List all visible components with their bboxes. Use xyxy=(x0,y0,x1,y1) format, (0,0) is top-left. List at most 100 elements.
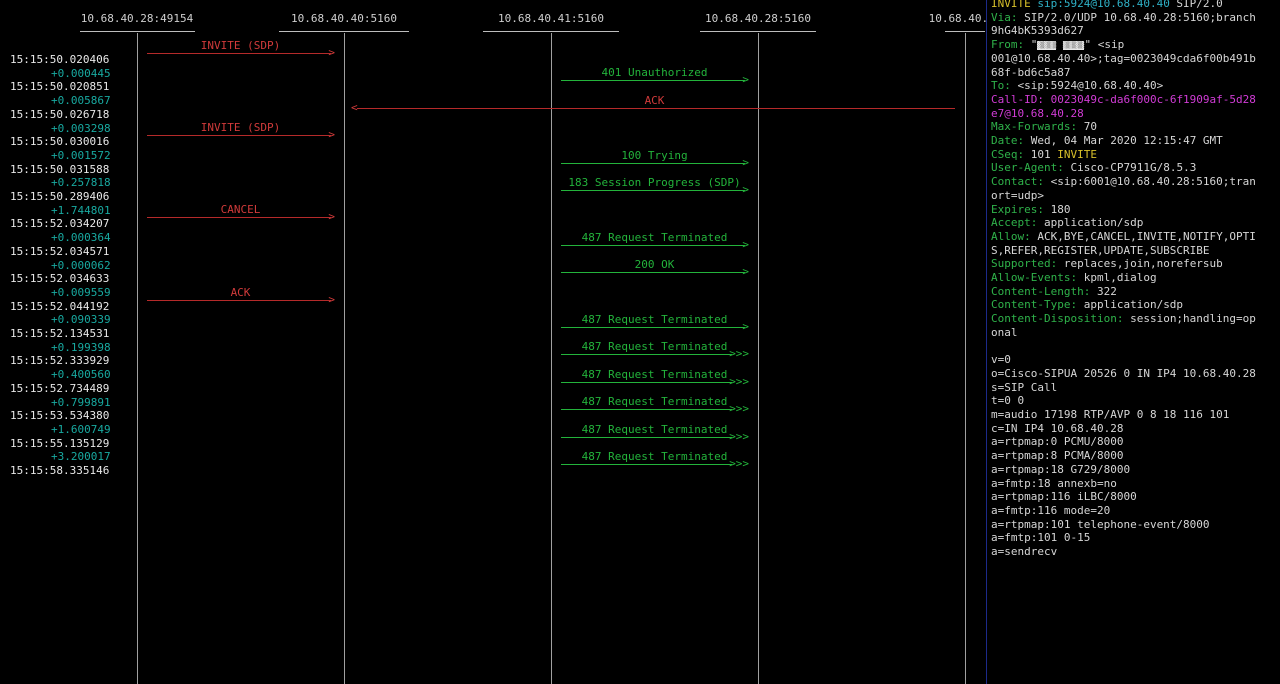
sip-header: CSeq: 101 INVITE xyxy=(991,148,1097,162)
host-label[interactable]: 10.68.40.28:5160 xyxy=(705,12,811,25)
message-label[interactable]: INVITE (SDP) xyxy=(201,121,280,134)
sip-header: Accept: application/sdp xyxy=(991,216,1143,230)
header-name: Via: xyxy=(991,10,1025,24)
host-header-rule xyxy=(483,31,619,32)
message-label[interactable]: 487 Request Terminated xyxy=(582,423,728,436)
sdp-text: t=0 0 xyxy=(991,394,1025,408)
message-label[interactable]: 200 OK xyxy=(635,258,675,271)
timestamp[interactable]: 15:15:55.135129 xyxy=(10,437,109,450)
message-arrow[interactable] xyxy=(147,299,332,301)
message-label[interactable]: INVITE (SDP) xyxy=(201,39,280,52)
timestamp[interactable]: 15:15:52.734489 xyxy=(10,382,109,395)
sdp-line: a=rtpmap:18 G729/8000 xyxy=(991,463,1130,477)
sdp-text: a=sendrecv xyxy=(991,545,1058,558)
message-label[interactable]: 487 Request Terminated xyxy=(582,231,728,244)
lifeline xyxy=(758,33,759,684)
timestamp[interactable]: 15:15:52.044192 xyxy=(10,300,109,313)
header-value: " xyxy=(1030,38,1038,52)
message-arrow[interactable] xyxy=(561,381,733,383)
message-label[interactable]: ACK xyxy=(645,94,665,107)
timestamp[interactable]: 15:15:50.030016 xyxy=(10,135,109,148)
message-arrow[interactable] xyxy=(561,162,746,164)
message-arrow[interactable] xyxy=(357,107,955,109)
timestamp[interactable]: 15:15:52.333929 xyxy=(10,354,109,367)
timestamp[interactable]: 15:15:50.031588 xyxy=(10,163,109,176)
message-label[interactable]: 401 Unauthorized xyxy=(602,66,708,79)
header-value: 9hG4bK5393d627 xyxy=(991,24,1084,38)
host-label[interactable]: 10.68.40.40:5160 xyxy=(291,12,397,25)
timestamp[interactable]: 15:15:50.289406 xyxy=(10,190,109,203)
time-delta: +0.257818 xyxy=(51,176,111,190)
sip-header-continuation: e7@10.68.40.28 xyxy=(991,107,1084,121)
arrow-head-icon: > xyxy=(742,73,750,87)
header-name: To: xyxy=(991,79,1018,93)
message-arrow[interactable] xyxy=(561,327,746,328)
message-arrow[interactable] xyxy=(561,272,746,274)
sdp-line: a=rtpmap:101 telephone-event/8000 xyxy=(991,518,1210,532)
timestamp[interactable]: 15:15:58.335146 xyxy=(10,464,109,477)
time-delta: +0.009559 xyxy=(51,285,111,299)
time-delta: +0.199398 xyxy=(51,340,111,354)
obscured-display-name: ░▒░▒░▒░ xyxy=(1062,41,1085,51)
header-value: 101 xyxy=(1030,147,1058,161)
sdp-line: t=0 0 xyxy=(991,394,1024,408)
message-arrow[interactable] xyxy=(561,464,733,465)
header-value: Cisco-CP7911G/8.5.3 xyxy=(1070,161,1197,175)
header-name: Allow: xyxy=(991,229,1038,243)
message-label[interactable]: 487 Request Terminated xyxy=(582,340,728,353)
timestamp[interactable]: 15:15:52.034571 xyxy=(10,245,109,258)
header-value xyxy=(1056,38,1063,51)
cseq-method: INVITE xyxy=(1057,147,1097,161)
header-name: Content-Length: xyxy=(991,284,1097,298)
timestamp[interactable]: 15:15:52.034633 xyxy=(10,272,109,285)
message-label[interactable]: 487 Request Terminated xyxy=(582,368,728,381)
sdp-text: v=0 xyxy=(991,353,1011,367)
message-arrow[interactable] xyxy=(147,217,332,219)
host-label[interactable]: 10.68.40.41:5160 xyxy=(498,12,604,25)
arrow-head-icon: > xyxy=(742,320,750,333)
header-name: Content-Disposition: xyxy=(991,312,1131,326)
message-arrow[interactable] xyxy=(561,436,733,438)
sip-header-continuation: 68f-bd6c5a87 xyxy=(991,66,1070,80)
host-label[interactable]: 10.68.40.28 xyxy=(929,12,986,25)
message-label[interactable]: 487 Request Terminated xyxy=(582,395,728,408)
message-arrow[interactable] xyxy=(561,409,733,411)
obscured-display-name: ░▒░▒░▒ xyxy=(1037,41,1057,51)
timestamp[interactable]: 15:15:53.534380 xyxy=(10,409,109,422)
message-arrow[interactable] xyxy=(147,135,332,137)
message-detail-pane: INVITE sip:5924@10.68.40.40 SIP/2.0 Via: … xyxy=(986,0,1280,684)
sip-header: Via: SIP/2.0/UDP 10.68.40.28:5160;branch xyxy=(991,11,1256,25)
host-label[interactable]: 10.68.40.28:49154 xyxy=(81,12,194,25)
time-delta: +1.600749 xyxy=(51,422,111,436)
message-arrow[interactable] xyxy=(561,190,746,191)
request-method: INVITE xyxy=(991,0,1038,10)
time-delta: +0.005867 xyxy=(51,94,111,108)
message-label[interactable]: ACK xyxy=(231,286,251,299)
sdp-line: a=rtpmap:8 PCMA/8000 xyxy=(991,449,1123,463)
message-arrow[interactable] xyxy=(147,53,332,54)
request-version: SIP/2.0 xyxy=(1169,0,1223,10)
sdp-text: a=rtpmap:18 G729/8000 xyxy=(991,462,1131,476)
sip-header-continuation: onal xyxy=(991,326,1018,340)
message-label[interactable]: 100 Trying xyxy=(621,149,687,162)
header-name: From: xyxy=(991,38,1031,52)
message-label[interactable]: 487 Request Terminated xyxy=(582,313,728,326)
host-header-rule xyxy=(79,31,195,32)
message-arrow[interactable] xyxy=(561,244,746,246)
message-label[interactable]: CANCEL xyxy=(221,203,261,216)
message-arrow[interactable] xyxy=(561,354,733,356)
timestamp[interactable]: 15:15:50.020851 xyxy=(10,80,109,93)
header-value: session;handling=op xyxy=(1130,312,1256,326)
timestamp[interactable]: 15:15:52.034207 xyxy=(10,217,109,230)
header-value: SIP/2.0/UDP 10.68.40.28:5160;branch xyxy=(1024,10,1256,24)
timestamp[interactable]: 15:15:50.026718 xyxy=(10,108,109,121)
time-delta: +0.799891 xyxy=(51,395,111,409)
timestamp[interactable]: 15:15:52.134531 xyxy=(10,327,109,340)
arrow-head-icon: > xyxy=(742,265,750,279)
message-label[interactable]: 183 Session Progress (SDP) xyxy=(568,176,740,189)
arrow-head-icon: > xyxy=(328,292,336,306)
message-label[interactable]: 487 Request Terminated xyxy=(582,450,728,463)
timestamp[interactable]: 15:15:50.020406 xyxy=(10,53,109,66)
header-value: 0023049c-da6f000c-6f1909af-5d28 xyxy=(1050,92,1256,106)
message-arrow[interactable] xyxy=(561,80,746,82)
